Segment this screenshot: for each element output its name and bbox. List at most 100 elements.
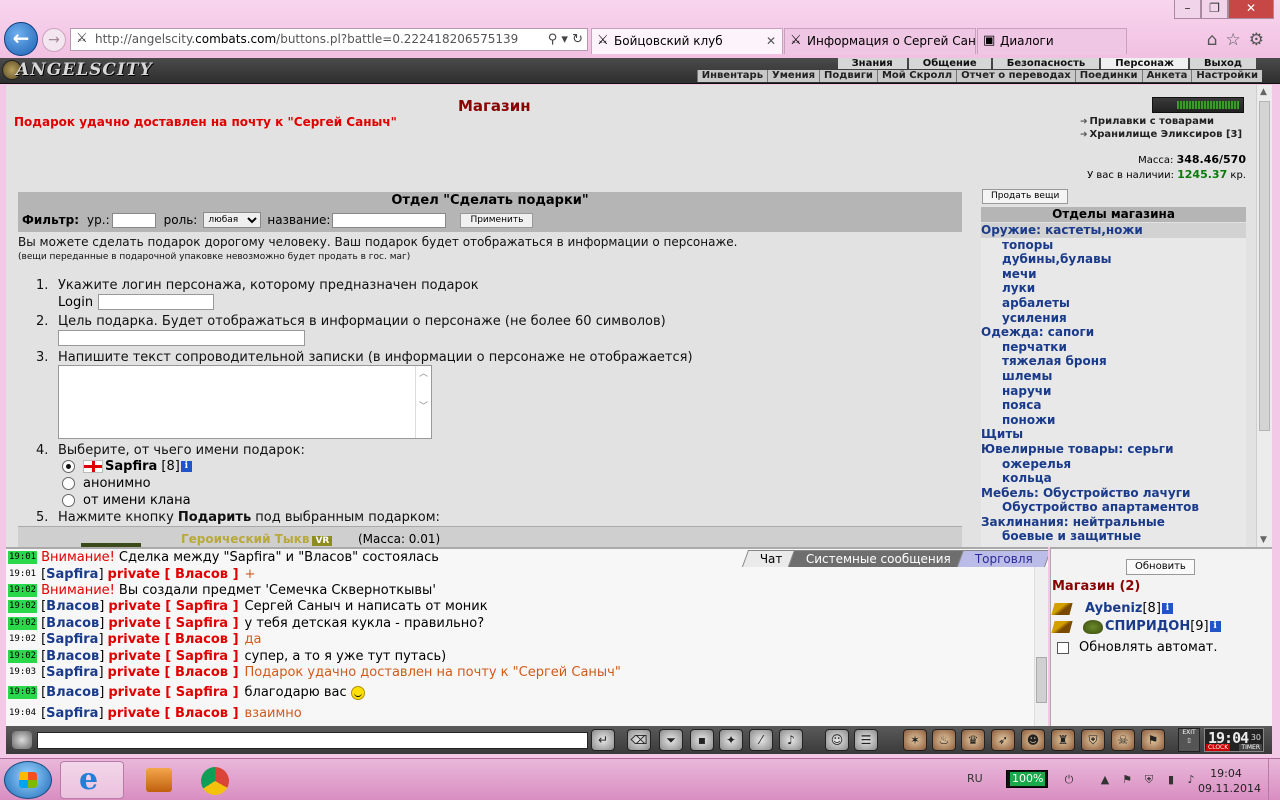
- sound-icon[interactable]: ♪: [779, 729, 803, 751]
- level-input[interactable]: [111, 212, 156, 228]
- department-item[interactable]: луки: [981, 281, 1246, 296]
- department-item[interactable]: поножи: [981, 413, 1246, 428]
- show-desktop-button[interactable]: [1268, 759, 1280, 800]
- from-anonymous-option[interactable]: анонимно: [62, 476, 151, 491]
- skull-icon[interactable]: ☠: [1111, 729, 1135, 751]
- message-time[interactable]: 19:04: [8, 707, 38, 720]
- department-item[interactable]: перчатки: [981, 340, 1246, 355]
- department-item[interactable]: арбалеты: [981, 296, 1246, 311]
- chat-settings-icon[interactable]: ☰: [854, 729, 878, 751]
- online-user[interactable]: СПИРИДОН [9] i: [1051, 619, 1221, 634]
- recipient-nick[interactable]: Власов: [175, 567, 228, 582]
- home-icon[interactable]: ⌂: [1207, 30, 1226, 50]
- eraser-icon[interactable]: ⌫: [627, 729, 651, 751]
- recipient-nick[interactable]: Власов: [175, 665, 228, 680]
- search-icon[interactable]: ⚲: [548, 32, 558, 47]
- recipient-nick[interactable]: Власов: [175, 632, 228, 647]
- apply-filter-button[interactable]: Применить: [460, 212, 534, 228]
- department-item[interactable]: Щиты: [981, 427, 1246, 442]
- message-time[interactable]: 19:02: [8, 584, 38, 597]
- smiles-icon[interactable]: ☺: [825, 729, 849, 751]
- tab-character-info[interactable]: ⚔ Информация о Сергей Сан...: [784, 28, 976, 54]
- settings-gear-icon[interactable]: ⚙: [1249, 30, 1272, 50]
- speaker-icon[interactable]: [12, 731, 32, 749]
- department-item[interactable]: кольца: [981, 471, 1246, 486]
- exit-icon[interactable]: EXIT ▯: [1178, 728, 1200, 752]
- private-message-icon[interactable]: [1051, 620, 1073, 633]
- message-time[interactable]: 19:02: [8, 600, 38, 613]
- recipient-nick[interactable]: Sapfira: [176, 599, 228, 614]
- info-icon[interactable]: i: [180, 461, 192, 472]
- online-user[interactable]: Aybeniz [8] i: [1051, 601, 1173, 616]
- chrome-icon[interactable]: [185, 761, 249, 799]
- sender-nick[interactable]: Sapfira: [46, 632, 98, 647]
- mask-icon[interactable]: ☻: [1021, 729, 1045, 751]
- flag-icon[interactable]: ⚑: [1141, 729, 1165, 751]
- menu-communication[interactable]: Общение: [908, 58, 991, 69]
- main-scrollbar[interactable]: ▲ ▼: [1256, 85, 1272, 547]
- chat-input[interactable]: [37, 732, 588, 749]
- scroll-down-icon[interactable]: ▼: [1260, 535, 1267, 545]
- note-textarea[interactable]: ︿ ﹀: [58, 365, 432, 439]
- recipient-nick[interactable]: Власов: [175, 706, 228, 721]
- tab-system-messages[interactable]: Системные сообщения: [788, 550, 970, 567]
- language-indicator[interactable]: RU: [967, 772, 983, 785]
- sender-nick[interactable]: Власов: [46, 599, 99, 614]
- back-button[interactable]: ←: [4, 22, 38, 56]
- link-elixir-storage[interactable]: ➜ Хранилище Эликсиров [3]: [1080, 129, 1242, 140]
- filter-icon[interactable]: ⏷: [659, 729, 683, 751]
- auto-refresh-option[interactable]: Обновлять автомат.: [1057, 640, 1218, 655]
- armor-icon[interactable]: ♜: [1051, 729, 1075, 751]
- sender-nick[interactable]: Sapfira: [46, 706, 98, 721]
- private-recipient[interactable]: private [ Sapfira ]: [108, 685, 238, 700]
- fight-icon[interactable]: ✦: [719, 729, 743, 751]
- private-recipient[interactable]: private [ Власов ]: [108, 706, 239, 721]
- department-item[interactable]: Ювелирные товары: серьги: [981, 442, 1246, 457]
- from-clan-option[interactable]: от имени клана: [62, 493, 191, 508]
- private-recipient[interactable]: private [ Sapfira ]: [108, 599, 238, 614]
- power-plug-icon[interactable]: ⏻: [1062, 773, 1076, 787]
- submenu-my-scroll[interactable]: Мой Скролл: [876, 70, 956, 82]
- message-time[interactable]: 19:03: [8, 666, 38, 679]
- submenu-inventory[interactable]: Инвентарь: [696, 70, 767, 82]
- department-item[interactable]: наручи: [981, 384, 1246, 399]
- department-item[interactable]: боевые и защитные: [981, 529, 1246, 544]
- submenu-settings[interactable]: Настройки: [1191, 70, 1262, 82]
- volume-icon[interactable]: ♪: [1184, 773, 1198, 787]
- show-hidden-icons[interactable]: ▲: [1098, 773, 1112, 787]
- chat-scrollbar[interactable]: [1034, 567, 1048, 726]
- submenu-profile[interactable]: Анкета: [1141, 70, 1192, 82]
- from-self-option[interactable]: Sapfira [8] i: [62, 459, 192, 474]
- department-item[interactable]: тяжелая броня: [981, 354, 1246, 369]
- save-icon[interactable]: ▪: [690, 729, 714, 751]
- minimize-button[interactable]: –: [1174, 0, 1201, 19]
- private-message-icon[interactable]: [1051, 602, 1073, 615]
- sender-nick[interactable]: Власов: [46, 649, 99, 664]
- security-icon[interactable]: ⛨: [1142, 773, 1156, 787]
- tab-dialogs[interactable]: ▣ Диалоги: [977, 28, 1127, 54]
- private-recipient[interactable]: private [ Sapfira ]: [108, 616, 238, 631]
- department-item[interactable]: Заклинания: нейтральные: [981, 515, 1246, 530]
- combat-skill-icon[interactable]: ✶: [903, 729, 927, 751]
- department-item[interactable]: ожерелья: [981, 457, 1246, 472]
- send-enter-icon[interactable]: ↵: [591, 729, 615, 751]
- department-item[interactable]: Обустройство апартаментов: [981, 500, 1246, 515]
- bow-icon[interactable]: ➶: [991, 729, 1015, 751]
- tab-fight-club[interactable]: ⚔ Бойцовский клуб ✕: [591, 28, 783, 54]
- department-item[interactable]: мечи: [981, 267, 1246, 282]
- info-icon[interactable]: i: [1209, 621, 1221, 632]
- department-item[interactable]: Одежда: сапоги: [981, 325, 1246, 340]
- submenu-transfer-report[interactable]: Отчет о переводах: [956, 70, 1075, 82]
- recipient-nick[interactable]: Sapfira: [176, 685, 228, 700]
- sender-nick[interactable]: Власов: [46, 616, 99, 631]
- submenu-fights[interactable]: Поединки: [1074, 70, 1142, 82]
- login-input[interactable]: [98, 294, 214, 310]
- clock-label[interactable]: CLOCK: [1206, 744, 1231, 751]
- message-time[interactable]: 19:01: [8, 551, 38, 564]
- user-name[interactable]: Aybeniz: [1085, 601, 1142, 616]
- tab-trade[interactable]: Торговля: [957, 550, 1048, 567]
- crown-icon[interactable]: ♛: [961, 729, 985, 751]
- department-item[interactable]: Мебель: Обустройство лачуги: [981, 486, 1246, 501]
- radio-clan[interactable]: [62, 494, 75, 507]
- battery-indicator[interactable]: 100%: [1006, 770, 1048, 788]
